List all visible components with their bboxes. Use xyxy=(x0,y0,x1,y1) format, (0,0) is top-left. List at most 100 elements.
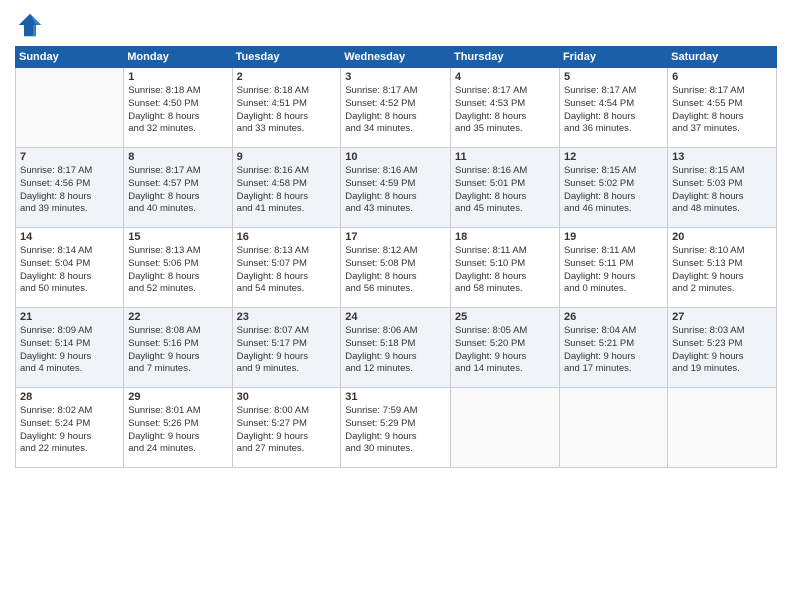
day-number: 8 xyxy=(128,151,227,163)
day-number: 12 xyxy=(564,151,663,163)
day-number: 19 xyxy=(564,231,663,243)
day-number: 14 xyxy=(20,231,119,243)
calendar-week-row: 28 Sunrise: 8:02 AMSunset: 5:24 PMDayligh… xyxy=(16,388,777,468)
day-info: Sunrise: 8:01 AMSunset: 5:26 PMDaylight:… xyxy=(128,405,227,456)
day-number: 6 xyxy=(672,71,772,83)
calendar-cell: 7 Sunrise: 8:17 AMSunset: 4:56 PMDaylight… xyxy=(16,148,124,228)
calendar-cell: 25 Sunrise: 8:05 AMSunset: 5:20 PMDayligh… xyxy=(450,308,559,388)
calendar-cell: 29 Sunrise: 8:01 AMSunset: 5:26 PMDayligh… xyxy=(124,388,232,468)
day-info: Sunrise: 8:09 AMSunset: 5:14 PMDaylight:… xyxy=(20,325,119,376)
day-info: Sunrise: 8:17 AMSunset: 4:52 PMDaylight:… xyxy=(345,85,446,136)
day-info: Sunrise: 8:14 AMSunset: 5:04 PMDaylight:… xyxy=(20,245,119,296)
day-info: Sunrise: 8:17 AMSunset: 4:56 PMDaylight:… xyxy=(20,165,119,216)
day-number: 13 xyxy=(672,151,772,163)
day-info: Sunrise: 8:16 AMSunset: 4:59 PMDaylight:… xyxy=(345,165,446,216)
weekday-header: Tuesday xyxy=(232,47,341,68)
day-info: Sunrise: 8:17 AMSunset: 4:53 PMDaylight:… xyxy=(455,85,555,136)
day-number: 2 xyxy=(237,71,337,83)
day-number: 11 xyxy=(455,151,555,163)
calendar-cell: 26Sunrise: 8:04 AMSunset: 5:21 PMDayligh… xyxy=(559,308,667,388)
calendar-cell: 10 Sunrise: 8:16 AMSunset: 4:59 PMDayligh… xyxy=(341,148,451,228)
day-info: Sunrise: 8:13 AMSunset: 5:07 PMDaylight:… xyxy=(237,245,337,296)
logo xyxy=(15,10,49,40)
calendar-cell: 18 Sunrise: 8:11 AMSunset: 5:10 PMDayligh… xyxy=(450,228,559,308)
calendar-week-row: 14 Sunrise: 8:14 AMSunset: 5:04 PMDayligh… xyxy=(16,228,777,308)
calendar-cell: 20Sunrise: 8:10 AMSunset: 5:13 PMDayligh… xyxy=(668,228,777,308)
day-number: 1 xyxy=(128,71,227,83)
calendar-cell xyxy=(450,388,559,468)
weekday-header: Sunday xyxy=(16,47,124,68)
day-number: 24 xyxy=(345,311,446,323)
day-number: 4 xyxy=(455,71,555,83)
calendar-cell: 8 Sunrise: 8:17 AMSunset: 4:57 PMDaylight… xyxy=(124,148,232,228)
day-info: Sunrise: 8:11 AMSunset: 5:10 PMDaylight:… xyxy=(455,245,555,296)
day-number: 22 xyxy=(128,311,227,323)
calendar-cell: 28 Sunrise: 8:02 AMSunset: 5:24 PMDayligh… xyxy=(16,388,124,468)
weekday-header: Monday xyxy=(124,47,232,68)
day-info: Sunrise: 8:18 AMSunset: 4:50 PMDaylight:… xyxy=(128,85,227,136)
calendar-cell: 1 Sunrise: 8:18 AMSunset: 4:50 PMDaylight… xyxy=(124,68,232,148)
day-number: 29 xyxy=(128,391,227,403)
day-info: Sunrise: 8:11 AMSunset: 5:11 PMDaylight:… xyxy=(564,245,663,296)
day-info: Sunrise: 8:15 AMSunset: 5:03 PMDaylight:… xyxy=(672,165,772,216)
day-info: Sunrise: 8:05 AMSunset: 5:20 PMDaylight:… xyxy=(455,325,555,376)
day-number: 28 xyxy=(20,391,119,403)
day-info: Sunrise: 8:02 AMSunset: 5:24 PMDaylight:… xyxy=(20,405,119,456)
calendar-cell: 14 Sunrise: 8:14 AMSunset: 5:04 PMDayligh… xyxy=(16,228,124,308)
day-info: Sunrise: 8:17 AMSunset: 4:55 PMDaylight:… xyxy=(672,85,772,136)
calendar-cell: 2 Sunrise: 8:18 AMSunset: 4:51 PMDaylight… xyxy=(232,68,341,148)
calendar-cell: 22 Sunrise: 8:08 AMSunset: 5:16 PMDayligh… xyxy=(124,308,232,388)
calendar-cell: 15 Sunrise: 8:13 AMSunset: 5:06 PMDayligh… xyxy=(124,228,232,308)
calendar-table: SundayMondayTuesdayWednesdayThursdayFrid… xyxy=(15,46,777,468)
day-info: Sunrise: 8:15 AMSunset: 5:02 PMDaylight:… xyxy=(564,165,663,216)
day-number: 26 xyxy=(564,311,663,323)
calendar-cell: 3 Sunrise: 8:17 AMSunset: 4:52 PMDaylight… xyxy=(341,68,451,148)
calendar-cell: 21 Sunrise: 8:09 AMSunset: 5:14 PMDayligh… xyxy=(16,308,124,388)
calendar-cell: 13 Sunrise: 8:15 AMSunset: 5:03 PMDayligh… xyxy=(668,148,777,228)
day-info: Sunrise: 8:17 AMSunset: 4:54 PMDaylight:… xyxy=(564,85,663,136)
weekday-header: Friday xyxy=(559,47,667,68)
day-info: Sunrise: 8:03 AMSunset: 5:23 PMDaylight:… xyxy=(672,325,772,376)
day-number: 21 xyxy=(20,311,119,323)
day-info: Sunrise: 8:12 AMSunset: 5:08 PMDaylight:… xyxy=(345,245,446,296)
calendar-cell: 24 Sunrise: 8:06 AMSunset: 5:18 PMDayligh… xyxy=(341,308,451,388)
day-number: 10 xyxy=(345,151,446,163)
weekday-header: Thursday xyxy=(450,47,559,68)
day-number: 25 xyxy=(455,311,555,323)
header xyxy=(15,10,777,40)
calendar-cell: 31Sunrise: 7:59 AMSunset: 5:29 PMDayligh… xyxy=(341,388,451,468)
day-number: 3 xyxy=(345,71,446,83)
calendar-cell xyxy=(559,388,667,468)
day-info: Sunrise: 8:06 AMSunset: 5:18 PMDaylight:… xyxy=(345,325,446,376)
day-info: Sunrise: 8:13 AMSunset: 5:06 PMDaylight:… xyxy=(128,245,227,296)
weekday-header-row: SundayMondayTuesdayWednesdayThursdayFrid… xyxy=(16,47,777,68)
day-number: 18 xyxy=(455,231,555,243)
day-number: 23 xyxy=(237,311,337,323)
calendar-week-row: 1 Sunrise: 8:18 AMSunset: 4:50 PMDaylight… xyxy=(16,68,777,148)
day-info: Sunrise: 8:07 AMSunset: 5:17 PMDaylight:… xyxy=(237,325,337,376)
calendar-container: SundayMondayTuesdayWednesdayThursdayFrid… xyxy=(0,0,792,612)
calendar-cell: 11 Sunrise: 8:16 AMSunset: 5:01 PMDayligh… xyxy=(450,148,559,228)
day-info: Sunrise: 8:18 AMSunset: 4:51 PMDaylight:… xyxy=(237,85,337,136)
calendar-cell: 9Sunrise: 8:16 AMSunset: 4:58 PMDaylight… xyxy=(232,148,341,228)
calendar-week-row: 7 Sunrise: 8:17 AMSunset: 4:56 PMDaylight… xyxy=(16,148,777,228)
day-info: Sunrise: 8:16 AMSunset: 5:01 PMDaylight:… xyxy=(455,165,555,216)
calendar-cell: 23 Sunrise: 8:07 AMSunset: 5:17 PMDayligh… xyxy=(232,308,341,388)
weekday-header: Wednesday xyxy=(341,47,451,68)
day-number: 27 xyxy=(672,311,772,323)
day-number: 7 xyxy=(20,151,119,163)
calendar-cell: 17 Sunrise: 8:12 AMSunset: 5:08 PMDayligh… xyxy=(341,228,451,308)
calendar-cell xyxy=(668,388,777,468)
day-number: 15 xyxy=(128,231,227,243)
day-number: 17 xyxy=(345,231,446,243)
calendar-cell: 16Sunrise: 8:13 AMSunset: 5:07 PMDayligh… xyxy=(232,228,341,308)
day-number: 30 xyxy=(237,391,337,403)
day-number: 5 xyxy=(564,71,663,83)
day-info: Sunrise: 8:08 AMSunset: 5:16 PMDaylight:… xyxy=(128,325,227,376)
day-info: Sunrise: 8:00 AMSunset: 5:27 PMDaylight:… xyxy=(237,405,337,456)
day-number: 20 xyxy=(672,231,772,243)
day-info: Sunrise: 8:17 AMSunset: 4:57 PMDaylight:… xyxy=(128,165,227,216)
day-info: Sunrise: 7:59 AMSunset: 5:29 PMDaylight:… xyxy=(345,405,446,456)
calendar-cell: 27 Sunrise: 8:03 AMSunset: 5:23 PMDayligh… xyxy=(668,308,777,388)
calendar-cell: 4 Sunrise: 8:17 AMSunset: 4:53 PMDaylight… xyxy=(450,68,559,148)
